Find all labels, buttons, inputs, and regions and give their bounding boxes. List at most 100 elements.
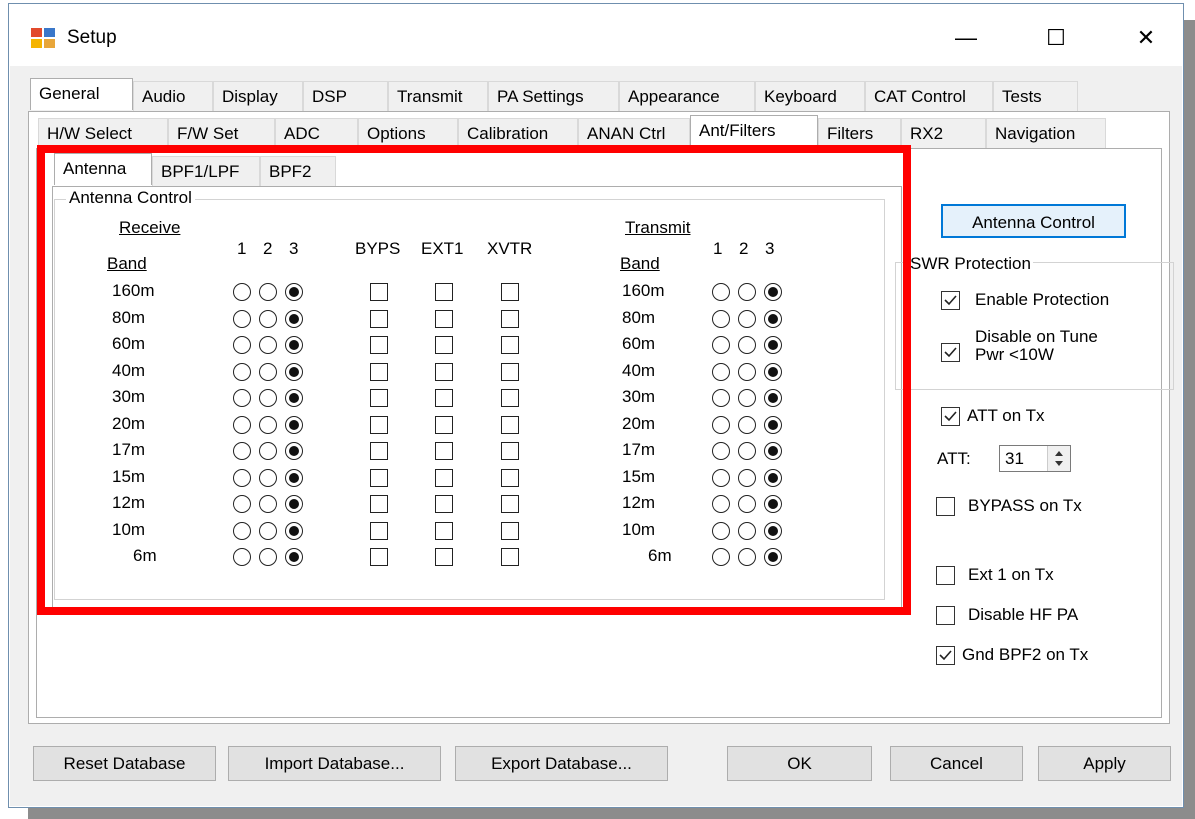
tx-antenna-2-radio[interactable]	[738, 309, 756, 328]
rx-antenna-2-radio[interactable]	[259, 362, 277, 381]
tx-antenna-2-radio[interactable]	[738, 548, 756, 566]
minimize-button[interactable]: —	[939, 16, 993, 60]
tx-antenna-1-radio[interactable]	[712, 415, 730, 434]
xvtr-checkbox[interactable]	[501, 362, 519, 381]
ext1-checkbox[interactable]	[435, 442, 453, 460]
rx-antenna-1-radio[interactable]	[233, 468, 251, 487]
tab-antenna[interactable]: Antenna	[54, 153, 152, 185]
rx-antenna-3-radio[interactable]	[285, 362, 303, 381]
tx-antenna-1-radio[interactable]	[712, 283, 730, 301]
tab-audio[interactable]: Audio	[133, 81, 213, 111]
tab-transmit[interactable]: Transmit	[388, 81, 488, 111]
tab-appearance[interactable]: Appearance	[619, 81, 755, 111]
ext1-checkbox[interactable]	[435, 548, 453, 566]
ext1-checkbox[interactable]	[435, 521, 453, 540]
xvtr-checkbox[interactable]	[501, 442, 519, 460]
rx-antenna-3-radio[interactable]	[285, 468, 303, 487]
import-database-button[interactable]: Import Database...	[228, 746, 441, 781]
tx-antenna-3-radio[interactable]	[764, 415, 782, 434]
tx-antenna-3-radio[interactable]	[764, 468, 782, 487]
byps-checkbox[interactable]	[370, 415, 388, 434]
tx-antenna-2-radio[interactable]	[738, 521, 756, 540]
tx-antenna-3-radio[interactable]	[764, 309, 782, 328]
att-spinner[interactable]: 31	[999, 445, 1071, 472]
byps-checkbox[interactable]	[370, 309, 388, 328]
spinner-arrows-icon[interactable]	[1047, 446, 1070, 471]
export-database-button[interactable]: Export Database...	[455, 746, 668, 781]
tx-antenna-2-radio[interactable]	[738, 468, 756, 487]
rx-antenna-2-radio[interactable]	[259, 309, 277, 328]
xvtr-checkbox[interactable]	[501, 495, 519, 513]
tx-antenna-3-radio[interactable]	[764, 362, 782, 381]
tx-antenna-3-radio[interactable]	[764, 495, 782, 513]
rx-antenna-3-radio[interactable]	[285, 415, 303, 434]
disable-hf-pa-checkbox[interactable]	[936, 606, 955, 625]
xvtr-checkbox[interactable]	[501, 389, 519, 407]
enable-protection-checkbox[interactable]	[941, 291, 960, 310]
att-on-tx-checkbox[interactable]	[941, 407, 960, 426]
tab-ant-filters[interactable]: Ant/Filters	[690, 115, 818, 147]
rx-antenna-3-radio[interactable]	[285, 442, 303, 460]
ext1-checkbox[interactable]	[435, 468, 453, 487]
rx-antenna-1-radio[interactable]	[233, 283, 251, 301]
byps-checkbox[interactable]	[370, 495, 388, 513]
rx-antenna-2-radio[interactable]	[259, 415, 277, 434]
tx-antenna-1-radio[interactable]	[712, 521, 730, 540]
rx-antenna-1-radio[interactable]	[233, 389, 251, 407]
rx-antenna-2-radio[interactable]	[259, 468, 277, 487]
xvtr-checkbox[interactable]	[501, 521, 519, 540]
rx-antenna-1-radio[interactable]	[233, 495, 251, 513]
rx-antenna-3-radio[interactable]	[285, 521, 303, 540]
tx-antenna-2-radio[interactable]	[738, 283, 756, 301]
xvtr-checkbox[interactable]	[501, 283, 519, 301]
tx-antenna-3-radio[interactable]	[764, 389, 782, 407]
rx-antenna-3-radio[interactable]	[285, 548, 303, 566]
ext1-checkbox[interactable]	[435, 336, 453, 354]
tx-antenna-1-radio[interactable]	[712, 468, 730, 487]
byps-checkbox[interactable]	[370, 548, 388, 566]
tab-pa-settings[interactable]: PA Settings	[488, 81, 619, 111]
tx-antenna-3-radio[interactable]	[764, 336, 782, 354]
tx-antenna-3-radio[interactable]	[764, 548, 782, 566]
tab-calibration[interactable]: Calibration	[458, 118, 578, 148]
rx-antenna-2-radio[interactable]	[259, 521, 277, 540]
rx-antenna-3-radio[interactable]	[285, 495, 303, 513]
rx-antenna-2-radio[interactable]	[259, 442, 277, 460]
tab-tests[interactable]: Tests	[993, 81, 1078, 111]
tx-antenna-1-radio[interactable]	[712, 495, 730, 513]
rx-antenna-1-radio[interactable]	[233, 415, 251, 434]
tx-antenna-1-radio[interactable]	[712, 548, 730, 566]
rx-antenna-2-radio[interactable]	[259, 495, 277, 513]
tx-antenna-2-radio[interactable]	[738, 389, 756, 407]
xvtr-checkbox[interactable]	[501, 548, 519, 566]
tab-general[interactable]: General	[30, 78, 133, 110]
tx-antenna-3-radio[interactable]	[764, 442, 782, 460]
tab-display[interactable]: Display	[213, 81, 303, 111]
tab-adc[interactable]: ADC	[275, 118, 358, 148]
maximize-button[interactable]: ☐	[1029, 16, 1083, 60]
tab-dsp[interactable]: DSP	[303, 81, 388, 111]
close-button[interactable]: ✕	[1119, 16, 1173, 60]
ok-button[interactable]: OK	[727, 746, 872, 781]
tab-fw-set[interactable]: F/W Set	[168, 118, 275, 148]
gnd-bpf2-checkbox[interactable]	[936, 646, 955, 665]
tx-antenna-1-radio[interactable]	[712, 336, 730, 354]
rx-antenna-2-radio[interactable]	[259, 548, 277, 566]
ext1-checkbox[interactable]	[435, 283, 453, 301]
tx-antenna-2-radio[interactable]	[738, 442, 756, 460]
ext1-checkbox[interactable]	[435, 415, 453, 434]
byps-checkbox[interactable]	[370, 283, 388, 301]
disable-on-tune-checkbox[interactable]	[941, 343, 960, 362]
rx-antenna-2-radio[interactable]	[259, 336, 277, 354]
rx-antenna-1-radio[interactable]	[233, 362, 251, 381]
tx-antenna-1-radio[interactable]	[712, 389, 730, 407]
tx-antenna-1-radio[interactable]	[712, 309, 730, 328]
xvtr-checkbox[interactable]	[501, 468, 519, 487]
ext1-on-tx-checkbox[interactable]	[936, 566, 955, 585]
tab-anan-ctrl[interactable]: ANAN Ctrl	[578, 118, 690, 148]
byps-checkbox[interactable]	[370, 336, 388, 354]
bypass-on-tx-checkbox[interactable]	[936, 497, 955, 516]
rx-antenna-3-radio[interactable]	[285, 389, 303, 407]
xvtr-checkbox[interactable]	[501, 415, 519, 434]
tab-bpf1-lpf[interactable]: BPF1/LPF	[152, 156, 260, 186]
